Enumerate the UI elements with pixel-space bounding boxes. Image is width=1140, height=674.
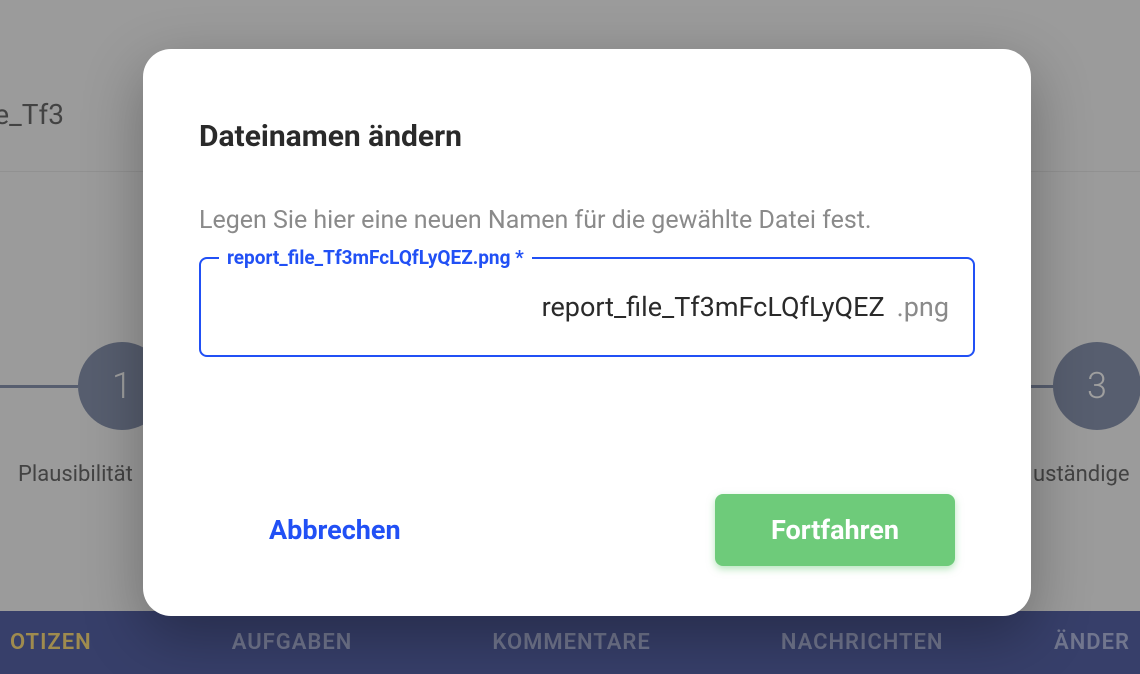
filename-input[interactable] bbox=[225, 291, 891, 323]
dialog-actions: Abbrechen Fortfahren bbox=[199, 494, 975, 566]
continue-button[interactable]: Fortfahren bbox=[715, 494, 955, 566]
filename-extension: .png bbox=[891, 291, 949, 323]
dialog-title: Dateinamen ändern bbox=[199, 119, 975, 154]
rename-file-dialog: Dateinamen ändern Legen Sie hier eine ne… bbox=[143, 49, 1031, 616]
filename-field-legend: report_file_Tf3mFcLQfLyQEZ.png * bbox=[219, 246, 532, 269]
filename-field[interactable]: report_file_Tf3mFcLQfLyQEZ.png * .png bbox=[199, 257, 975, 357]
cancel-button[interactable]: Abbrechen bbox=[269, 514, 401, 546]
dialog-subtitle: Legen Sie hier eine neuen Namen für die … bbox=[199, 206, 975, 235]
